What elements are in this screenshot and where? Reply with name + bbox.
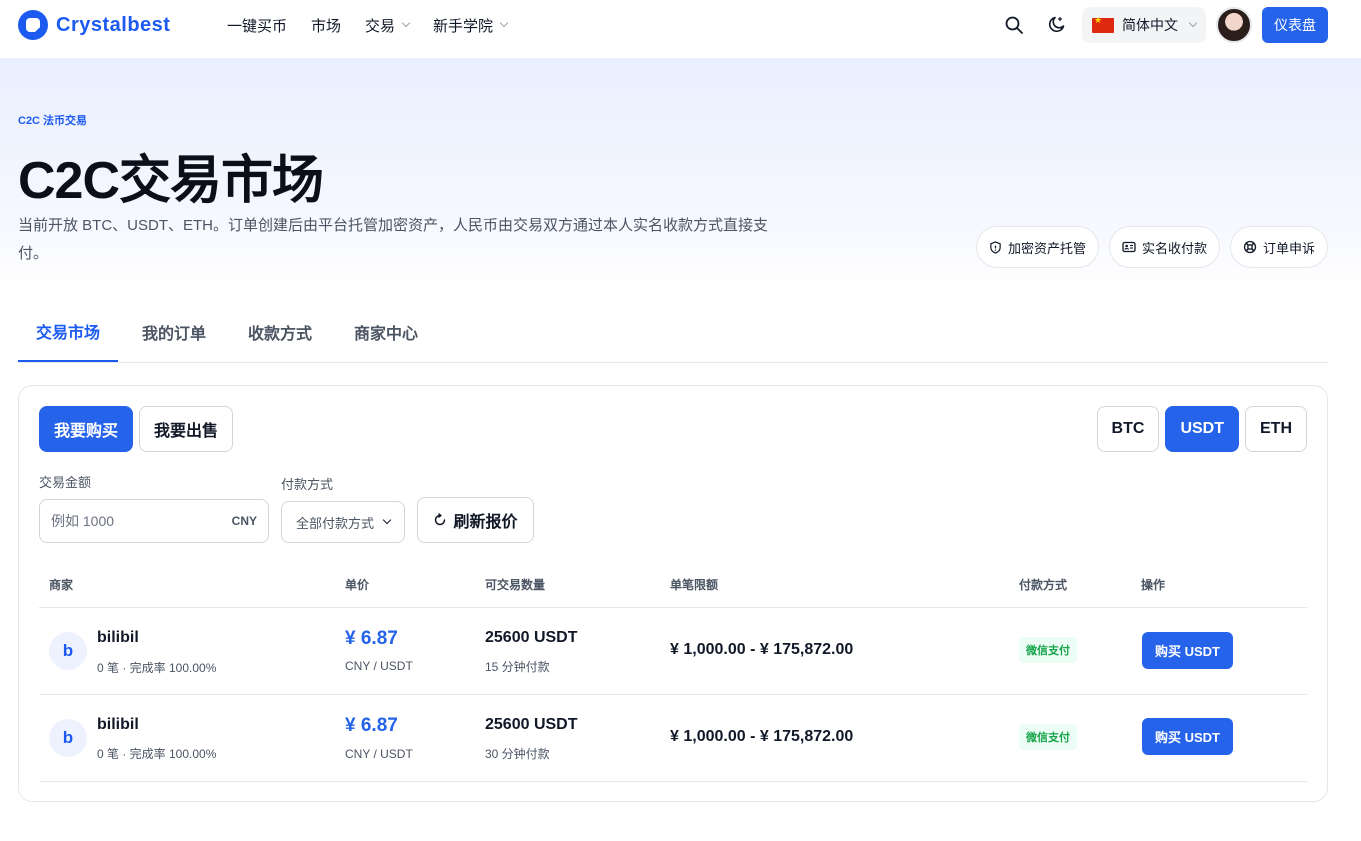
top-navbar: Crystalbest 一键买币 市场 交易 新手学院 简体中文 仪表盘 bbox=[0, 0, 1361, 58]
available-quantity: 25600 USDT bbox=[485, 716, 578, 733]
search-icon bbox=[1005, 16, 1023, 34]
brand-name: Crystalbest bbox=[56, 13, 171, 36]
merchant-avatar: b bbox=[49, 719, 87, 757]
menu-item-academy[interactable]: 新手学院 bbox=[433, 15, 509, 36]
nav-actions: 简体中文 仪表盘 bbox=[998, 7, 1328, 43]
chip-label: 订单申诉 bbox=[1262, 240, 1315, 256]
hero-eyebrow: C2C 法币交易 bbox=[18, 115, 88, 127]
merchant-stats: 0 笔 · 完成率 100.00% bbox=[97, 747, 217, 761]
language-label: 简体中文 bbox=[1122, 17, 1178, 33]
chip-label: 实名收付款 bbox=[1141, 240, 1207, 256]
market-card: 我要购买 我要出售 BTC USDT ETH 交易金额 CNY 付款方式 全部付… bbox=[18, 385, 1328, 802]
amount-label: 交易金额 bbox=[39, 475, 92, 490]
unit-price: ¥ 6.87 bbox=[345, 628, 398, 649]
order-limit: ¥ 1,000.00 - ¥ 175,872.00 bbox=[670, 728, 854, 745]
col-quantity: 可交易数量 bbox=[485, 578, 546, 592]
col-price: 单价 bbox=[345, 578, 370, 592]
menu-item-trade[interactable]: 交易 bbox=[365, 15, 411, 36]
chevron-down-icon bbox=[1188, 18, 1198, 28]
buy-usdt-button[interactable]: 购买 USDT bbox=[1142, 632, 1233, 669]
hero-section: C2C 法币交易 C2C交易市场 当前开放 BTC、USDT、ETH。订单创建后… bbox=[0, 58, 1361, 290]
order-limit: ¥ 1,000.00 - ¥ 175,872.00 bbox=[670, 641, 854, 658]
buy-side-button[interactable]: 我要购买 bbox=[39, 406, 133, 452]
col-limit: 单笔限额 bbox=[670, 578, 719, 592]
search-button[interactable] bbox=[998, 9, 1030, 41]
menu-item-market[interactable]: 市场 bbox=[311, 15, 341, 36]
china-flag-icon bbox=[1092, 15, 1114, 33]
tab-payment-methods[interactable]: 收款方式 bbox=[230, 302, 330, 362]
refresh-icon bbox=[435, 513, 446, 526]
buy-usdt-button[interactable]: 购买 USDT bbox=[1142, 718, 1233, 755]
chevron-down-icon bbox=[499, 18, 509, 28]
table-header: 商家 单价 可交易数量 单笔限额 付款方式 操作 bbox=[39, 566, 1307, 608]
tab-my-orders[interactable]: 我的订单 bbox=[124, 302, 224, 362]
wechat-pay-badge: 微信支付 bbox=[1019, 637, 1077, 663]
col-payment: 付款方式 bbox=[1019, 578, 1068, 592]
sell-side-button[interactable]: 我要出售 bbox=[139, 406, 233, 452]
table-row: b bilibil 0 笔 · 完成率 100.00% ¥ 6.87 CNY /… bbox=[39, 608, 1307, 695]
coin-btc-button[interactable]: BTC bbox=[1096, 406, 1160, 452]
merchant-avatar: b bbox=[49, 632, 87, 670]
tab-market[interactable]: 交易市场 bbox=[18, 302, 119, 362]
chevron-down-icon bbox=[401, 18, 411, 28]
chevron-down-icon bbox=[382, 515, 392, 525]
menu-item-label: 市场 bbox=[311, 17, 342, 35]
col-action: 操作 bbox=[1141, 578, 1166, 592]
refresh-quotes-button[interactable]: 刷新报价 bbox=[417, 497, 534, 543]
hero-description: 当前开放 BTC、USDT、ETH。订单创建后由平台托管加密资产，人民币由交易双… bbox=[18, 217, 769, 262]
chip-appeal[interactable]: 订单申诉 bbox=[1229, 226, 1328, 268]
unit-price: ¥ 6.87 bbox=[345, 715, 398, 736]
payment-method-value: 全部付款方式 bbox=[296, 515, 375, 531]
chip-custody[interactable]: 加密资产托管 bbox=[975, 226, 1099, 268]
main-menu: 一键买币 市场 交易 新手学院 bbox=[227, 0, 509, 50]
shield-icon bbox=[990, 240, 1001, 254]
lifebuoy-icon bbox=[1243, 240, 1257, 254]
menu-item-quick-buy[interactable]: 一键买币 bbox=[227, 15, 287, 36]
table-row: b bilibil 0 笔 · 完成率 100.00% ¥ 6.87 CNY /… bbox=[39, 695, 1307, 782]
payment-time: 30 分钟付款 bbox=[485, 747, 550, 761]
coin-usdt-button[interactable]: USDT bbox=[1165, 406, 1239, 452]
refresh-label: 刷新报价 bbox=[453, 514, 518, 531]
amount-field[interactable]: CNY bbox=[39, 499, 269, 543]
payment-time: 15 分钟付款 bbox=[485, 660, 550, 674]
wechat-pay-badge: 微信支付 bbox=[1019, 724, 1077, 750]
language-selector[interactable]: 简体中文 bbox=[1082, 7, 1206, 43]
page-title: C2C交易市场 bbox=[18, 152, 324, 210]
col-merchant: 商家 bbox=[49, 578, 74, 592]
amount-input[interactable] bbox=[51, 513, 211, 529]
price-unit: CNY / USDT bbox=[345, 659, 413, 673]
chip-label: 加密资产托管 bbox=[1007, 240, 1086, 256]
menu-item-label: 交易 bbox=[365, 17, 396, 35]
price-unit: CNY / USDT bbox=[345, 747, 413, 761]
payment-method-label: 付款方式 bbox=[281, 477, 334, 492]
dashboard-button[interactable]: 仪表盘 bbox=[1262, 7, 1328, 43]
menu-item-label: 一键买币 bbox=[227, 17, 288, 35]
available-quantity: 25600 USDT bbox=[485, 629, 578, 646]
chip-realname[interactable]: 实名收付款 bbox=[1108, 226, 1220, 268]
coin-selector: BTC USDT ETH bbox=[1096, 406, 1307, 452]
logo-icon bbox=[18, 10, 48, 40]
tab-merchant-center[interactable]: 商家中心 bbox=[336, 302, 436, 362]
menu-item-label: 新手学院 bbox=[433, 17, 494, 35]
coin-eth-button[interactable]: ETH bbox=[1245, 406, 1307, 452]
merchant-name[interactable]: bilibil bbox=[97, 629, 139, 647]
merchant-name[interactable]: bilibil bbox=[97, 716, 139, 734]
section-tabs: 交易市场 我的订单 收款方式 商家中心 bbox=[18, 302, 1328, 363]
brand-logo[interactable]: Crystalbest bbox=[18, 10, 170, 40]
amount-unit: CNY bbox=[231, 514, 257, 528]
feature-chips: 加密资产托管 实名收付款 订单申诉 bbox=[975, 226, 1328, 268]
user-avatar[interactable] bbox=[1216, 7, 1252, 43]
merchant-stats: 0 笔 · 完成率 100.00% bbox=[97, 661, 217, 675]
theme-toggle-button[interactable] bbox=[1040, 9, 1072, 41]
moon-icon bbox=[1048, 16, 1065, 33]
id-card-icon bbox=[1122, 241, 1136, 253]
payment-method-select[interactable]: 全部付款方式 bbox=[281, 501, 405, 543]
